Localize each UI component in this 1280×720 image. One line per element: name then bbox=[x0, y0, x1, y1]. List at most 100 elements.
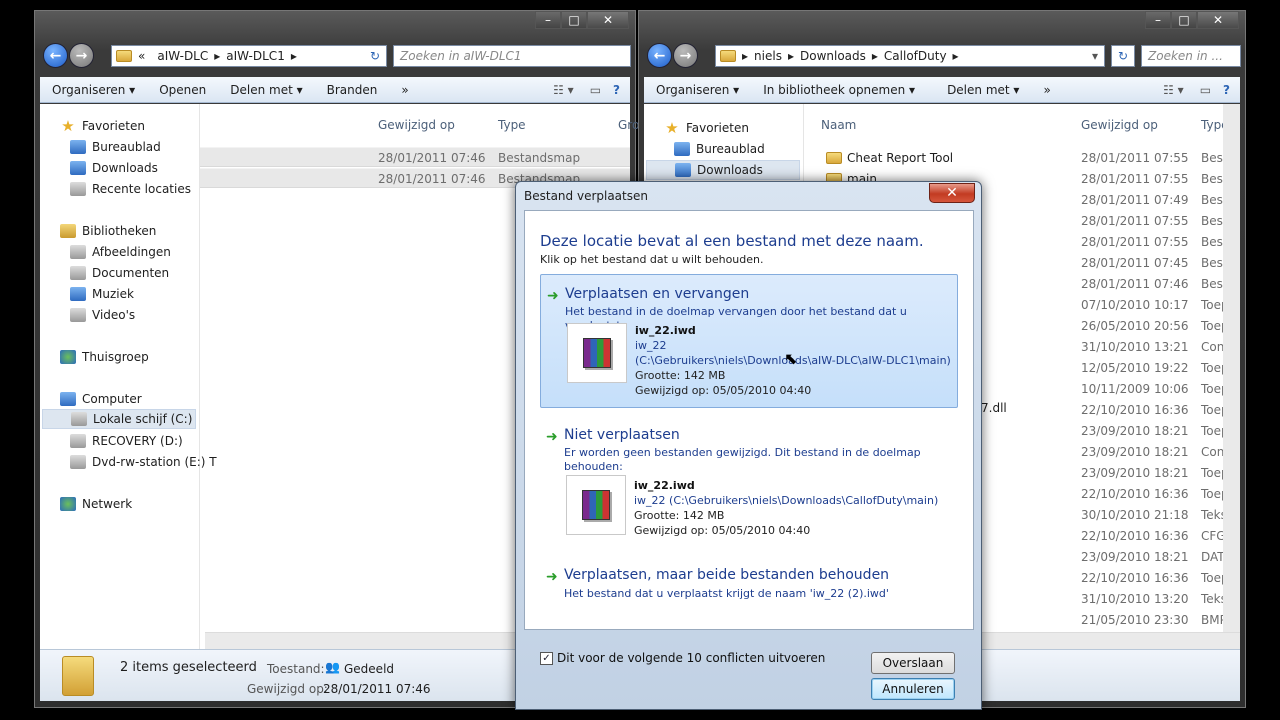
desktop-icon bbox=[674, 142, 690, 156]
file-date: 28/01/2011 07:55 bbox=[1081, 214, 1189, 228]
dialog-close-button[interactable]: ✕ bbox=[929, 183, 975, 203]
nav-documents[interactable]: Documenten bbox=[70, 263, 169, 283]
navigation-pane: ★ Favorieten Bureaublad Downloads Recente… bbox=[40, 104, 217, 649]
file-date: 10/11/2009 10:06 bbox=[1081, 382, 1189, 396]
address-bar[interactable]: « aIW-DLC ▸ aIW-DLC1 ▸ ↻ bbox=[111, 45, 387, 67]
refresh-icon[interactable]: ↻ bbox=[370, 49, 380, 63]
column-header-name[interactable]: Naam bbox=[821, 118, 856, 132]
green-arrow-icon: ➜ bbox=[546, 429, 558, 445]
close-button[interactable]: ✕ bbox=[587, 11, 629, 29]
minimize-button[interactable]: – bbox=[1145, 11, 1171, 29]
cancel-button[interactable]: Annuleren bbox=[871, 678, 955, 700]
nav-desktop[interactable]: Bureaublad bbox=[674, 139, 765, 159]
nav-pictures[interactable]: Afbeeldingen bbox=[70, 242, 171, 262]
recent-places-icon bbox=[70, 182, 86, 196]
preview-pane-icon[interactable]: ▭ bbox=[1192, 83, 1219, 97]
apply-to-all-label[interactable]: Dit voor de volgende 10 conflicten uitvo… bbox=[557, 651, 825, 665]
nav-label: RECOVERY (D:) bbox=[92, 434, 183, 448]
back-arrow-icon[interactable]: ← bbox=[43, 43, 68, 68]
view-icon[interactable]: ☷ ▾ bbox=[545, 83, 582, 97]
breadcrumb-item[interactable]: CallofDuty bbox=[884, 49, 947, 63]
nav-desktop[interactable]: Bureaublad bbox=[70, 137, 161, 157]
preview-pane-icon[interactable]: ▭ bbox=[582, 83, 609, 97]
apply-to-all-checkbox[interactable]: ✓ bbox=[540, 652, 553, 665]
nav-libraries[interactable]: Bibliotheken bbox=[60, 221, 156, 241]
file-date: 28/01/2011 07:45 bbox=[1081, 256, 1189, 270]
search-input[interactable]: Zoeken in ... bbox=[1141, 45, 1241, 67]
nav-recovery[interactable]: RECOVERY (D:) bbox=[70, 431, 183, 451]
minimize-button[interactable]: – bbox=[535, 11, 561, 29]
nav-label: Video's bbox=[92, 308, 136, 322]
breadcrumb-separator: ▸ bbox=[871, 49, 878, 63]
column-header-size[interactable]: Gro bbox=[618, 118, 639, 132]
nav-downloads[interactable]: Downloads bbox=[70, 158, 158, 178]
column-header-date[interactable]: Gewijzigd op bbox=[378, 118, 455, 132]
nav-homegroup[interactable]: Thuisgroep bbox=[60, 347, 149, 367]
command-bar: Organiseren ▾ Openen Delen met ▾ Branden… bbox=[40, 77, 630, 103]
share-button[interactable]: Delen met ▾ bbox=[927, 83, 1031, 97]
open-button[interactable]: Openen bbox=[147, 83, 218, 97]
forward-arrow-icon[interactable]: → bbox=[69, 43, 94, 68]
nav-favorites[interactable]: ★ Favorieten bbox=[60, 116, 145, 136]
more-button[interactable]: » bbox=[1031, 83, 1062, 97]
nav-local-disk[interactable]: Lokale schijf (C:) bbox=[42, 409, 196, 429]
breadcrumb-item[interactable]: aIW-DLC1 bbox=[226, 49, 285, 63]
file-date: 31/10/2010 13:20 bbox=[1081, 592, 1189, 606]
file-row[interactable]: Cheat Report Tool 28/01/2011 07:55 Best bbox=[820, 149, 1228, 169]
help-icon[interactable]: ? bbox=[609, 83, 630, 97]
back-arrow-icon[interactable]: ← bbox=[647, 43, 672, 68]
help-icon[interactable]: ? bbox=[1219, 83, 1240, 97]
nav-favorites[interactable]: ★ Favorieten bbox=[664, 118, 749, 138]
dont-move-option[interactable]: ➜ Niet verplaatsen Er worden geen bestan… bbox=[540, 416, 958, 544]
breadcrumb-item[interactable]: Downloads bbox=[800, 49, 866, 63]
breadcrumb-overflow[interactable]: « bbox=[138, 49, 145, 63]
more-button[interactable]: » bbox=[389, 83, 420, 97]
search-input[interactable]: Zoeken in aIW-DLC1 bbox=[393, 45, 631, 67]
column-header-date[interactable]: Gewijzigd op bbox=[1081, 118, 1158, 132]
file-date: 07/10/2010 10:17 bbox=[1081, 298, 1189, 312]
breadcrumb-separator: ▸ bbox=[214, 49, 221, 63]
forward-arrow-icon[interactable]: → bbox=[673, 43, 698, 68]
close-button[interactable]: ✕ bbox=[1197, 11, 1239, 29]
nav-music[interactable]: Muziek bbox=[70, 284, 134, 304]
nav-videos[interactable]: Video's bbox=[70, 305, 135, 325]
address-bar[interactable]: ▸ niels ▸ Downloads ▸ CallofDuty ▸ ▾ bbox=[715, 45, 1105, 67]
table-row[interactable]: 28/01/2011 07:46 Bestandsmap bbox=[200, 147, 630, 167]
nav-label: Computer bbox=[82, 392, 142, 406]
folder-icon bbox=[826, 152, 842, 164]
organize-button[interactable]: Organiseren ▾ bbox=[644, 83, 751, 97]
file-date: 22/10/2010 16:36 bbox=[1081, 571, 1189, 585]
caption-buttons: – □ ✕ bbox=[1145, 11, 1239, 29]
file-date: 21/05/2010 23:30 bbox=[1081, 613, 1189, 627]
nav-label: Dvd-rw-station (E:) T bbox=[92, 455, 217, 469]
maximize-button[interactable]: □ bbox=[1171, 11, 1197, 29]
option-title: Verplaatsen en vervangen bbox=[565, 286, 750, 302]
documents-icon bbox=[70, 266, 86, 280]
nav-downloads[interactable]: Downloads bbox=[646, 160, 800, 180]
rar-file-icon bbox=[566, 475, 626, 535]
breadcrumb-item[interactable]: niels bbox=[754, 49, 782, 63]
option-description: Er worden geen bestanden gewijzigd. Dit … bbox=[564, 446, 921, 473]
refresh-icon[interactable]: ↻ bbox=[1111, 45, 1135, 67]
nav-network[interactable]: Netwerk bbox=[60, 494, 132, 514]
dropdown-arrow-icon[interactable]: ▾ bbox=[1092, 49, 1098, 63]
move-file-dialog: Bestand verplaatsen ✕ Deze locatie bevat… bbox=[515, 181, 982, 710]
vertical-scrollbar[interactable] bbox=[1223, 104, 1240, 649]
keep-both-option[interactable]: ➜ Verplaatsen, maar beide bestanden beho… bbox=[540, 556, 958, 604]
nav-dvd[interactable]: Dvd-rw-station (E:) T bbox=[70, 452, 217, 472]
view-icon[interactable]: ☷ ▾ bbox=[1155, 83, 1192, 97]
breadcrumb-item[interactable]: aIW-DLC bbox=[157, 49, 208, 63]
column-header-type[interactable]: Type bbox=[498, 118, 526, 132]
nav-recent[interactable]: Recente locaties bbox=[70, 179, 191, 199]
option-description: Het bestand dat u verplaatst krijgt de n… bbox=[564, 587, 889, 600]
skip-button[interactable]: Overslaan bbox=[871, 652, 955, 674]
maximize-button[interactable]: □ bbox=[561, 11, 587, 29]
file-path: iw_22 (C:\Gebruikers\niels\Downloads\Cal… bbox=[634, 494, 939, 507]
share-button[interactable]: Delen met ▾ bbox=[218, 83, 314, 97]
organize-button[interactable]: Organiseren ▾ bbox=[40, 83, 147, 97]
include-in-library-button[interactable]: In bibliotheek opnemen ▾ bbox=[751, 83, 927, 97]
burn-button[interactable]: Branden bbox=[315, 83, 390, 97]
nav-computer[interactable]: Computer bbox=[60, 389, 142, 409]
nav-label: Netwerk bbox=[82, 497, 133, 511]
move-and-replace-option[interactable]: ➜ Verplaatsen en vervangen Het bestand i… bbox=[540, 274, 958, 408]
